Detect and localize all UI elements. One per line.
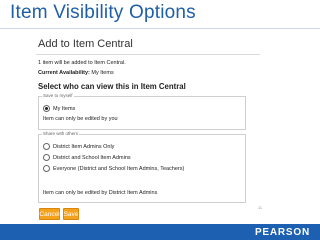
my-items-option[interactable]: My Items bbox=[43, 105, 75, 112]
district-admins-radio[interactable] bbox=[43, 143, 50, 150]
page-number: 11 bbox=[258, 205, 263, 210]
item-count-text: 1 item will be added to Item Central. bbox=[38, 60, 126, 66]
add-to-item-central-dialog: Add to Item Central 1 item will be added… bbox=[36, 34, 260, 224]
current-availability: Current Availability: My Items bbox=[38, 70, 114, 76]
everyone-option[interactable]: Everyone (District and School Item Admin… bbox=[43, 165, 184, 172]
save-to-myself-group: Save to myself My Items Item can only be… bbox=[38, 93, 246, 130]
save-to-myself-legend: Save to myself bbox=[42, 93, 74, 98]
pearson-logo: PEARSON bbox=[254, 227, 310, 238]
everyone-label: Everyone (District and School Item Admin… bbox=[53, 165, 185, 172]
save-to-myself-note: Item can only be edited by you bbox=[43, 116, 118, 122]
availability-label: Current Availability: bbox=[38, 70, 90, 76]
dialog-title: Add to Item Central bbox=[38, 38, 133, 50]
everyone-radio[interactable] bbox=[43, 165, 50, 172]
district-school-admins-option[interactable]: District and School Item Admins bbox=[43, 154, 131, 161]
dialog-divider bbox=[36, 54, 260, 55]
save-button[interactable]: Save bbox=[63, 208, 79, 220]
availability-value: My Items bbox=[91, 70, 114, 76]
visibility-heading: Select who can view this in Item Central bbox=[38, 82, 186, 91]
footer-bar: PEARSON bbox=[0, 224, 320, 240]
slide-title: Item Visibility Options bbox=[10, 2, 196, 23]
share-with-others-group: Share with others District Item Admins O… bbox=[38, 131, 246, 203]
my-items-label: My Items bbox=[53, 105, 76, 112]
share-with-others-note: Item can only be edited by District Item… bbox=[43, 190, 158, 196]
district-school-admins-label: District and School Item Admins bbox=[53, 154, 131, 161]
title-divider bbox=[0, 28, 320, 29]
cancel-button[interactable]: Cancel bbox=[39, 208, 60, 220]
district-school-admins-radio[interactable] bbox=[43, 154, 50, 161]
my-items-radio[interactable] bbox=[43, 105, 50, 112]
district-admins-option[interactable]: District Item Admins Only bbox=[43, 143, 114, 150]
share-with-others-legend: Share with others bbox=[42, 131, 80, 136]
district-admins-label: District Item Admins Only bbox=[53, 143, 115, 150]
